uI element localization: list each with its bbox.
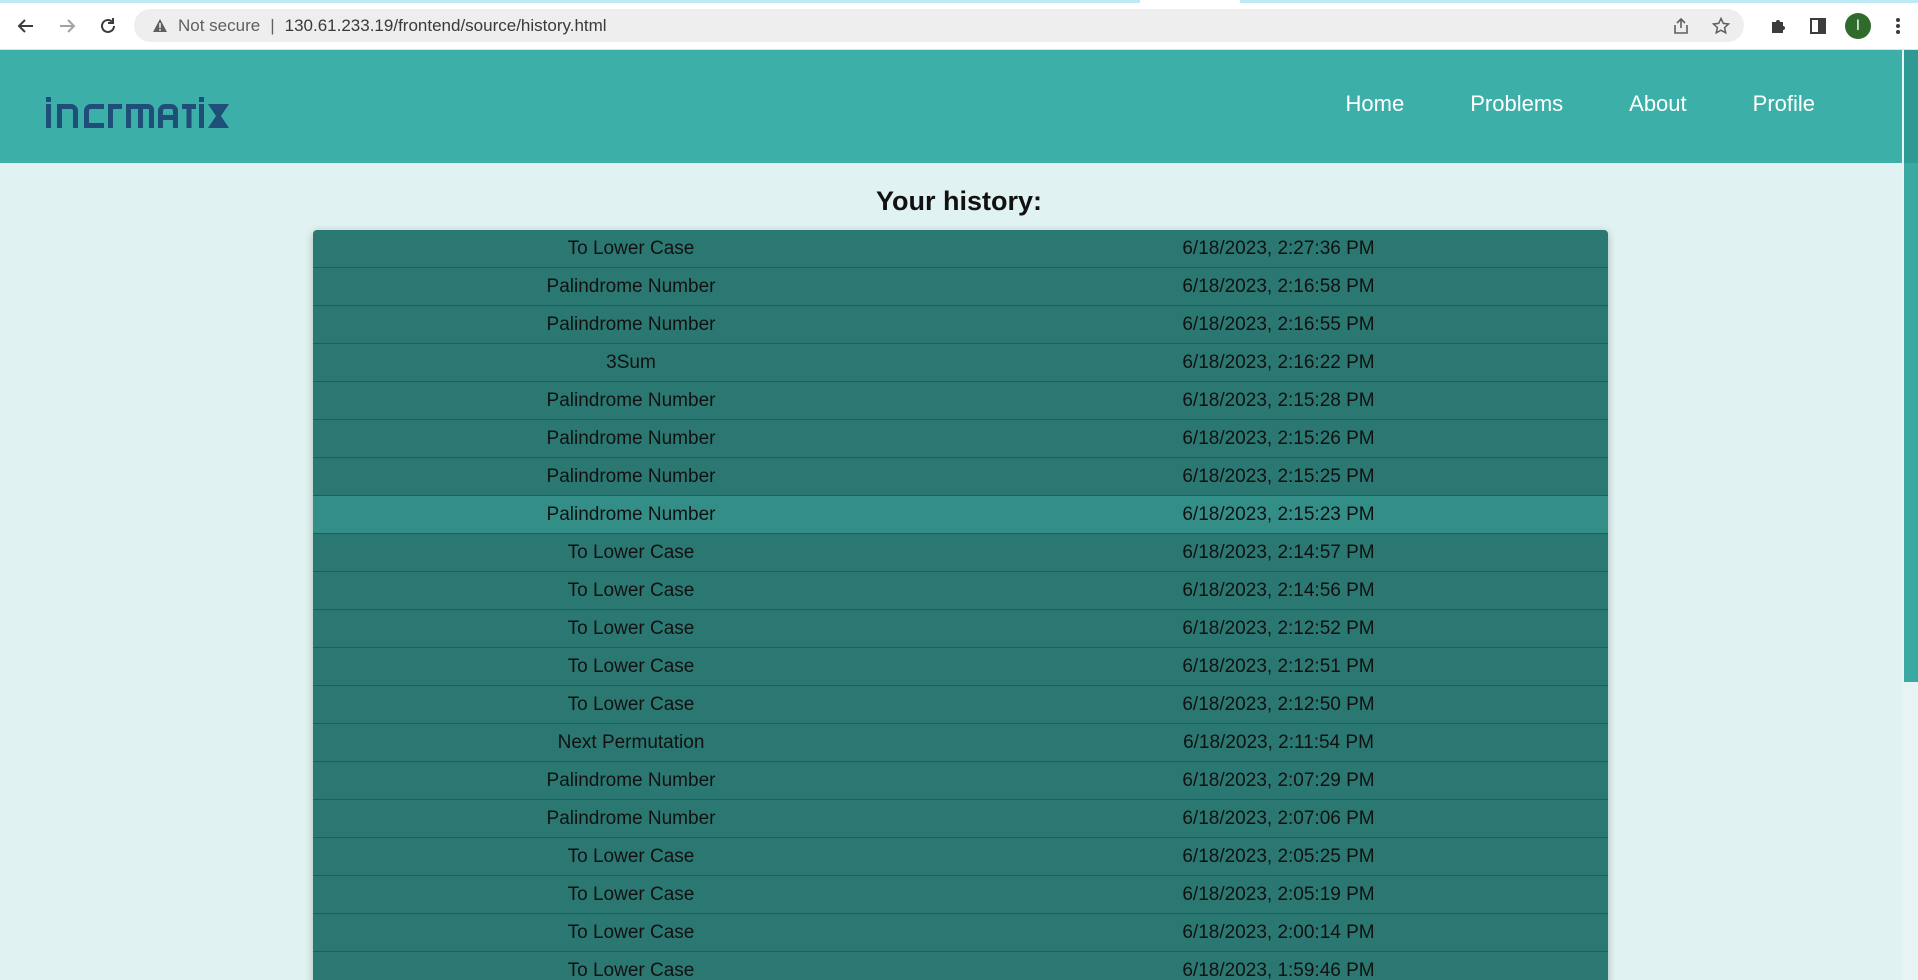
history-problem-name: To Lower Case <box>567 959 695 980</box>
history-row[interactable]: To Lower Case 6/18/2023, 2:05:25 PM <box>313 838 1608 876</box>
history-row[interactable]: To Lower Case 6/18/2023, 2:05:19 PM <box>313 876 1608 914</box>
forward-arrow-icon[interactable] <box>51 10 83 42</box>
history-problem-name: To Lower Case <box>567 237 695 259</box>
history-row[interactable]: To Lower Case 6/18/2023, 2:12:50 PM <box>313 686 1608 724</box>
back-arrow-icon[interactable] <box>10 10 42 42</box>
history-timestamp: 6/18/2023, 2:14:57 PM <box>1182 541 1375 563</box>
site-header: Home Problems About Profile <box>0 50 1918 163</box>
tab-strip-edge <box>0 0 1918 3</box>
history-problem-name: Palindrome Number <box>546 465 716 487</box>
history-timestamp: 6/18/2023, 2:07:06 PM <box>1182 807 1375 829</box>
avatar: I <box>1845 13 1871 39</box>
history-problem-name: To Lower Case <box>567 655 695 677</box>
history-timestamp: 6/18/2023, 2:12:50 PM <box>1182 693 1375 715</box>
history-problem-name: To Lower Case <box>567 617 695 639</box>
browser-toolbar: Not secure | 130.61.233.19/frontend/sour… <box>0 0 1918 50</box>
nav-home-link[interactable]: Home <box>1313 90 1438 118</box>
history-timestamp: 6/18/2023, 2:16:22 PM <box>1182 351 1375 373</box>
history-problem-name: To Lower Case <box>567 541 695 563</box>
history-problem-name: To Lower Case <box>567 693 695 715</box>
history-row[interactable]: Palindrome Number 6/18/2023, 2:07:29 PM <box>313 762 1608 800</box>
history-timestamp: 6/18/2023, 2:15:23 PM <box>1182 503 1375 525</box>
profile-avatar-button[interactable]: I <box>1838 10 1878 42</box>
nav-problems-link[interactable]: Problems <box>1437 90 1596 118</box>
site-logo[interactable] <box>44 92 230 137</box>
page-scrollbar[interactable] <box>1902 50 1918 980</box>
history-row[interactable]: Next Permutation 6/18/2023, 2:11:54 PM <box>313 724 1608 762</box>
history-problem-name: To Lower Case <box>567 579 695 601</box>
history-problem-name: To Lower Case <box>567 883 695 905</box>
history-problem-name: Palindrome Number <box>546 275 716 297</box>
history-row[interactable]: Palindrome Number 6/18/2023, 2:15:25 PM <box>313 458 1608 496</box>
history-problem-name: Next Permutation <box>557 731 705 753</box>
history-timestamp: 6/18/2023, 2:12:52 PM <box>1182 617 1375 639</box>
history-row[interactable]: To Lower Case 6/18/2023, 2:12:51 PM <box>313 648 1608 686</box>
history-timestamp: 6/18/2023, 2:14:56 PM <box>1182 579 1375 601</box>
history-problem-name: To Lower Case <box>567 921 695 943</box>
history-timestamp: 6/18/2023, 2:11:54 PM <box>1183 731 1374 753</box>
history-problem-name: Palindrome Number <box>546 427 716 449</box>
history-timestamp: 6/18/2023, 2:05:25 PM <box>1182 845 1375 867</box>
history-row[interactable]: Palindrome Number 6/18/2023, 2:16:55 PM <box>313 306 1608 344</box>
history-problem-name: Palindrome Number <box>546 313 716 335</box>
history-problem-name: 3Sum <box>606 351 656 373</box>
history-row[interactable]: Palindrome Number 6/18/2023, 2:16:58 PM <box>313 268 1608 306</box>
reload-icon[interactable] <box>92 10 124 42</box>
history-row[interactable]: To Lower Case 6/18/2023, 2:00:14 PM <box>313 914 1608 952</box>
history-timestamp: 6/18/2023, 2:12:51 PM <box>1182 655 1375 677</box>
history-row[interactable]: To Lower Case 6/18/2023, 1:59:46 PM <box>313 952 1608 980</box>
history-problem-name: Palindrome Number <box>546 807 716 829</box>
history-row[interactable]: Palindrome Number 6/18/2023, 2:07:06 PM <box>313 800 1608 838</box>
site-nav: Home Problems About Profile <box>1313 90 1848 118</box>
security-label[interactable]: Not secure <box>178 16 260 36</box>
history-timestamp: 6/18/2023, 2:07:29 PM <box>1182 769 1375 791</box>
history-timestamp: 6/18/2023, 2:16:55 PM <box>1182 313 1375 335</box>
history-problem-name: Palindrome Number <box>546 769 716 791</box>
star-icon[interactable] <box>1710 15 1732 37</box>
page-viewport: Home Problems About Profile Your history… <box>0 50 1918 980</box>
history-row[interactable]: To Lower Case 6/18/2023, 2:27:36 PM <box>313 230 1608 268</box>
history-timestamp: 6/18/2023, 2:16:58 PM <box>1182 275 1375 297</box>
warning-icon[interactable] <box>150 16 170 36</box>
history-row[interactable]: To Lower Case 6/18/2023, 2:14:56 PM <box>313 572 1608 610</box>
history-timestamp: 6/18/2023, 2:15:26 PM <box>1182 427 1375 449</box>
puzzle-icon[interactable] <box>1758 10 1798 42</box>
url-text[interactable]: 130.61.233.19/frontend/source/history.ht… <box>285 16 607 36</box>
history-timestamp: 6/18/2023, 2:05:19 PM <box>1182 883 1375 905</box>
history-problem-name: Palindrome Number <box>546 503 716 525</box>
history-row[interactable]: Palindrome Number 6/18/2023, 2:15:28 PM <box>313 382 1608 420</box>
logo-mark <box>46 97 229 128</box>
page-title: Your history: <box>875 186 1042 216</box>
address-bar[interactable]: Not secure | 130.61.233.19/frontend/sour… <box>134 9 1744 42</box>
history-row[interactable]: Palindrome Number 6/18/2023, 2:15:26 PM <box>313 420 1608 458</box>
nav-profile-link[interactable]: Profile <box>1720 90 1848 118</box>
history-timestamp: 6/18/2023, 2:15:25 PM <box>1182 465 1375 487</box>
history-problem-name: Palindrome Number <box>546 389 716 411</box>
history-timestamp: 6/18/2023, 2:27:36 PM <box>1182 237 1375 259</box>
history-problem-name: To Lower Case <box>567 845 695 867</box>
history-row[interactable]: To Lower Case 6/18/2023, 2:12:52 PM <box>313 610 1608 648</box>
sidebar-icon[interactable] <box>1798 10 1838 42</box>
history-row[interactable]: 3Sum 6/18/2023, 2:16:22 PM <box>313 344 1608 382</box>
share-icon[interactable] <box>1670 15 1692 37</box>
history-timestamp: 6/18/2023, 2:00:14 PM <box>1182 921 1375 943</box>
kebab-menu-icon[interactable] <box>1878 10 1918 42</box>
history-table: To Lower Case 6/18/2023, 2:27:36 PM Palind… <box>313 230 1608 980</box>
scrollbar-thumb-top[interactable] <box>1904 50 1918 163</box>
history-row[interactable]: Palindrome Number 6/18/2023, 2:15:23 PM <box>313 496 1608 534</box>
history-timestamp: 6/18/2023, 2:15:28 PM <box>1182 389 1375 411</box>
nav-about-link[interactable]: About <box>1596 90 1720 118</box>
history-timestamp: 6/18/2023, 1:59:46 PM <box>1182 959 1375 980</box>
address-separator: | <box>270 15 275 35</box>
history-row[interactable]: To Lower Case 6/18/2023, 2:14:57 PM <box>313 534 1608 572</box>
